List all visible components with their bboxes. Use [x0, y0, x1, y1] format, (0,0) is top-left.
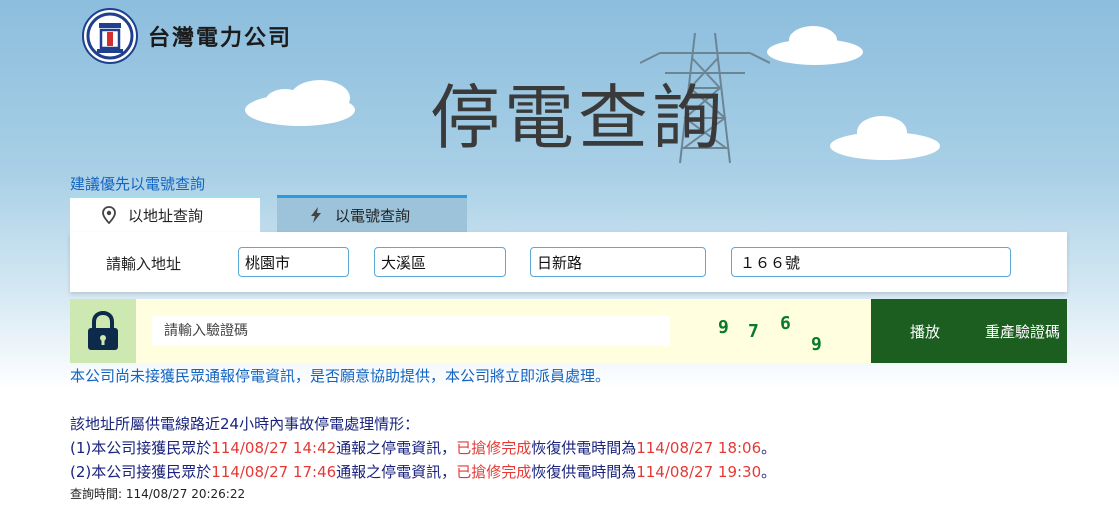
- notice-text: 本公司尚未接獲民眾通報停電資訊，是否願意協助提供，本公司將立即派員處理。: [70, 367, 611, 385]
- play-audio-button[interactable]: 播放: [904, 320, 946, 343]
- outage-middle: 通報之停電資訊，: [336, 463, 457, 481]
- page-title: 停電查詢: [430, 77, 726, 159]
- outage-suffix: 。: [761, 439, 777, 457]
- captcha-panel: 9 7 6 9 播放 重產驗證碼: [70, 299, 1067, 363]
- road-select[interactable]: [530, 247, 706, 277]
- outage-record: (2)本公司接獲民眾於114/08/27 17:46通報之停電資訊，已搶修完成恢…: [70, 461, 776, 482]
- cloud-top-right-icon: [767, 26, 863, 65]
- outage-prefix: (2)本公司接獲民眾於: [70, 463, 212, 481]
- restore-time: 114/08/27 18:06: [636, 439, 762, 457]
- report-time: 114/08/27 17:46: [211, 463, 337, 481]
- outage-suffix: 。: [761, 463, 777, 481]
- outage-record: (1)本公司接獲民眾於114/08/27 14:42通報之停電資訊，已搶修完成恢…: [70, 437, 776, 458]
- lightning-icon: [311, 207, 321, 223]
- captcha-digit: 6: [780, 313, 791, 334]
- district-select[interactable]: [374, 247, 506, 277]
- city-select[interactable]: [238, 247, 349, 277]
- house-number-input[interactable]: [731, 247, 1011, 277]
- report-time: 114/08/27 14:42: [211, 439, 337, 457]
- tab-electric-label: 以電號查詢: [335, 206, 411, 225]
- restore-time: 114/08/27 19:30: [636, 463, 762, 481]
- captcha-actions: 播放 重產驗證碼: [871, 299, 1067, 363]
- cloud-left-icon: [245, 80, 355, 126]
- repair-status: 已搶修完成: [456, 463, 532, 481]
- captcha-digit: 9: [718, 317, 729, 338]
- company-name: 台灣電力公司: [148, 25, 293, 51]
- captcha-digit: 7: [748, 321, 759, 342]
- regenerate-captcha-button[interactable]: 重產驗證碼: [979, 320, 1066, 343]
- map-pin-icon: [102, 206, 116, 224]
- outage-prefix: (1)本公司接獲民眾於: [70, 439, 212, 457]
- outage-middle: 通報之停電資訊，: [336, 439, 457, 457]
- restore-label: 恢復供電時間為: [531, 439, 637, 457]
- query-time: 查詢時間: 114/08/27 20:26:22: [70, 487, 246, 501]
- tab-address-label: 以地址查詢: [128, 206, 204, 225]
- outage-heading: 該地址所屬供電線路近24小時內事故停電處理情形：: [70, 415, 420, 433]
- lock-box: [70, 299, 136, 363]
- address-label: 請輸入地址: [106, 255, 182, 273]
- address-panel: 請輸入地址: [70, 232, 1067, 292]
- restore-label: 恢復供電時間為: [531, 463, 637, 481]
- captcha-input[interactable]: [152, 316, 670, 346]
- cloud-right-icon: [830, 116, 940, 160]
- taipower-emblem-icon: [82, 8, 138, 64]
- captcha-image[interactable]: 9 7 6 9: [700, 305, 840, 357]
- tab-electric-number-search[interactable]: 以電號查詢: [277, 195, 467, 232]
- suggestion-text: 建議優先以電號查詢: [70, 175, 206, 193]
- captcha-digit: 9: [811, 334, 822, 355]
- repair-status: 已搶修完成: [456, 439, 532, 457]
- tab-address-search[interactable]: 以地址查詢: [70, 195, 260, 232]
- taipower-logo[interactable]: 台灣電力公司: [82, 8, 292, 64]
- lock-icon: [88, 311, 118, 350]
